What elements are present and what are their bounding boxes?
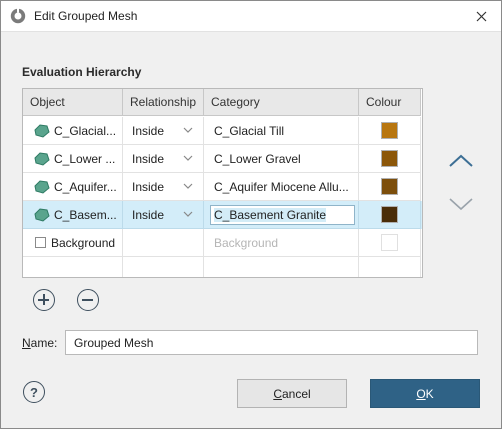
remove-icon[interactable]	[77, 289, 99, 311]
move-up-icon[interactable]	[447, 151, 475, 171]
category-cell[interactable]: C_Aquifer Miocene Allu...	[204, 173, 359, 201]
relationship-value: Inside	[132, 179, 165, 194]
table-row[interactable]: C_Lower ... Inside C_Lower Gravel	[23, 145, 422, 173]
mesh-icon	[34, 207, 50, 222]
relationship-dropdown[interactable]: Inside	[123, 173, 204, 201]
table-row[interactable]: C_Glacial... Inside C_Glacial Till	[23, 117, 422, 145]
mesh-icon	[34, 179, 50, 194]
relationship-cell	[123, 257, 204, 277]
object-name: C_Lower ...	[54, 151, 116, 166]
name-label-mnemonic: N	[22, 336, 31, 350]
colour-swatch[interactable]	[381, 234, 398, 251]
chevron-down-icon	[183, 183, 193, 189]
object-cell	[23, 257, 123, 277]
colour-cell[interactable]	[359, 145, 421, 173]
object-cell: C_Glacial...	[23, 117, 123, 145]
category-cell[interactable]: C_Basement Granite	[204, 201, 359, 229]
edit-grouped-mesh-dialog: Edit Grouped Mesh Evaluation Hierarchy O…	[0, 0, 502, 429]
background-row[interactable]: Background Background	[23, 229, 422, 257]
app-logo-icon	[10, 8, 26, 24]
object-cell: Background	[23, 229, 123, 257]
relationship-dropdown[interactable]: Inside	[123, 145, 204, 173]
object-cell: C_Lower ...	[23, 145, 123, 173]
category-cell: Background	[204, 229, 359, 257]
relationship-value: Inside	[132, 151, 165, 166]
chevron-down-icon	[183, 127, 193, 133]
column-header-object[interactable]: Object	[23, 89, 123, 116]
colour-cell	[359, 257, 421, 277]
category-cell[interactable]: C_Glacial Till	[204, 117, 359, 145]
window-title: Edit Grouped Mesh	[34, 9, 138, 23]
relationship-cell	[123, 229, 204, 257]
title-bar: Edit Grouped Mesh	[1, 1, 501, 32]
ok-mnemonic: O	[416, 386, 426, 401]
empty-row	[23, 257, 422, 277]
colour-swatch[interactable]	[381, 178, 398, 195]
table-row[interactable]: C_Aquifer... Inside C_Aquifer Miocene Al…	[23, 173, 422, 201]
column-header-colour[interactable]: Colour	[359, 89, 421, 116]
cancel-button[interactable]: Cancel	[237, 379, 347, 408]
mesh-icon	[34, 151, 50, 166]
name-label: Name:	[22, 336, 57, 350]
object-name: C_Aquifer...	[54, 179, 117, 194]
ok-button[interactable]: OK	[370, 379, 480, 408]
colour-swatch[interactable]	[381, 122, 398, 139]
name-input[interactable]: Grouped Mesh	[65, 330, 478, 355]
chevron-down-icon	[183, 155, 193, 161]
category-edit-input[interactable]: C_Basement Granite	[210, 205, 355, 225]
relationship-dropdown[interactable]: Inside	[123, 117, 204, 145]
relationship-value: Inside	[132, 207, 165, 222]
category-edit-text: C_Basement Granite	[214, 208, 327, 222]
colour-cell[interactable]	[359, 173, 421, 201]
object-cell: C_Basem...	[23, 201, 123, 229]
object-name: Background	[51, 235, 116, 250]
colour-cell[interactable]	[359, 117, 421, 145]
chevron-down-icon	[183, 211, 193, 217]
colour-swatch[interactable]	[381, 150, 398, 167]
close-icon	[476, 11, 486, 21]
cancel-mnemonic: C	[273, 386, 282, 401]
relationship-dropdown[interactable]: Inside	[123, 201, 204, 229]
category-cell[interactable]: C_Lower Gravel	[204, 145, 359, 173]
name-label-text: ame:	[30, 336, 58, 350]
add-icon[interactable]	[33, 289, 55, 311]
help-icon[interactable]: ?	[23, 381, 45, 403]
close-button[interactable]	[461, 1, 501, 31]
colour-cell[interactable]	[359, 229, 421, 257]
table-row-selected[interactable]: C_Basem... Inside C_Basement Granite	[23, 201, 422, 229]
cancel-label: ancel	[281, 386, 311, 401]
object-cell: C_Aquifer...	[23, 173, 123, 201]
move-down-icon[interactable]	[447, 194, 475, 214]
ok-label: K	[425, 386, 434, 401]
column-header-category[interactable]: Category	[204, 89, 359, 116]
object-name: C_Basem...	[54, 207, 117, 222]
section-heading: Evaluation Hierarchy	[22, 65, 142, 79]
background-checkbox[interactable]	[35, 237, 46, 248]
category-cell	[204, 257, 359, 277]
colour-cell[interactable]	[359, 201, 421, 229]
evaluation-hierarchy-table: Object Relationship Category Colour C_Gl…	[22, 88, 423, 278]
object-name: C_Glacial...	[54, 123, 117, 138]
mesh-icon	[34, 123, 50, 138]
colour-swatch[interactable]	[381, 206, 398, 223]
relationship-value: Inside	[132, 123, 165, 138]
column-header-relationship[interactable]: Relationship	[123, 89, 204, 116]
